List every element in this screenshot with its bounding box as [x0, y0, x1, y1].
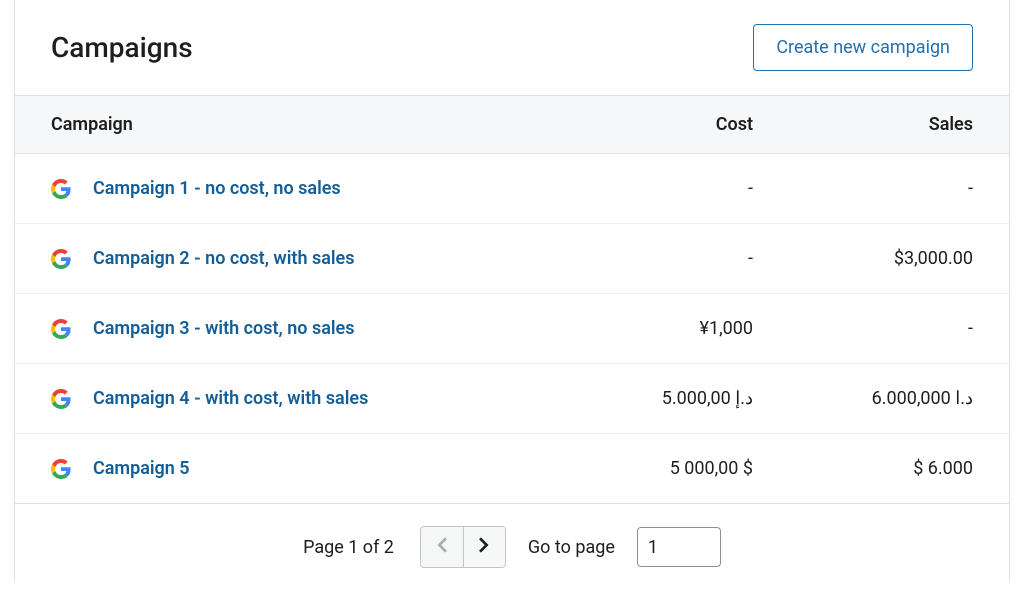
campaigns-panel: Campaigns Create new campaign Campaign C… [14, 0, 1010, 582]
chevron-right-icon [478, 537, 490, 557]
campaign-cell: Campaign 2 - no cost, with sales [51, 248, 533, 269]
google-icon [51, 389, 71, 409]
campaign-link[interactable]: Campaign 1 - no cost, no sales [93, 178, 341, 199]
panel-header: Campaigns Create new campaign [15, 0, 1009, 95]
cost-cell: 5.000,00 د.إ [533, 388, 753, 409]
cost-cell: 5 000,00 $ [533, 458, 753, 479]
table-row: Campaign 5 5 000,00 $$ 6.000 [15, 434, 1009, 504]
create-campaign-button[interactable]: Create new campaign [753, 24, 973, 71]
table-row: Campaign 3 - with cost, no sales ¥1,000- [15, 294, 1009, 364]
google-icon [51, 249, 71, 269]
cost-cell: - [533, 178, 753, 199]
cost-cell: - [533, 248, 753, 269]
next-page-button[interactable] [463, 527, 505, 567]
campaign-cell: Campaign 3 - with cost, no sales [51, 318, 533, 339]
goto-page-input[interactable] [637, 527, 721, 567]
page-info: Page 1 of 2 [303, 537, 394, 558]
cost-cell: ¥1,000 [533, 318, 753, 339]
sales-cell: $ 6.000 [753, 458, 973, 479]
page-title: Campaigns [51, 31, 193, 64]
google-icon [51, 459, 71, 479]
column-header-cost: Cost [533, 114, 753, 135]
sales-cell: - [753, 178, 973, 199]
goto-page-label: Go to page [528, 537, 615, 558]
prev-page-button[interactable] [421, 527, 463, 567]
pagination-nav-group [420, 526, 506, 568]
sales-cell: - [753, 318, 973, 339]
table-row: Campaign 1 - no cost, no sales -- [15, 154, 1009, 224]
sales-cell: $3,000.00 [753, 248, 973, 269]
google-icon [51, 319, 71, 339]
campaign-link[interactable]: Campaign 3 - with cost, no sales [93, 318, 355, 339]
table-body: Campaign 1 - no cost, no sales--Campaign… [15, 154, 1009, 504]
sales-cell: 6.000,000 د.ا [753, 388, 973, 409]
campaign-link[interactable]: Campaign 5 [93, 458, 190, 479]
table-header-row: Campaign Cost Sales [15, 95, 1009, 154]
campaign-link[interactable]: Campaign 2 - no cost, with sales [93, 248, 355, 269]
campaign-link[interactable]: Campaign 4 - with cost, with sales [93, 388, 368, 409]
campaign-cell: Campaign 1 - no cost, no sales [51, 178, 533, 199]
chevron-left-icon [436, 537, 448, 557]
table-row: Campaign 4 - with cost, with sales 5.000,… [15, 364, 1009, 434]
pagination: Page 1 of 2 Go to page [15, 504, 1009, 568]
column-header-sales: Sales [753, 114, 973, 135]
column-header-campaign: Campaign [51, 114, 533, 135]
campaign-cell: Campaign 5 [51, 458, 533, 479]
google-icon [51, 179, 71, 199]
table-row: Campaign 2 - no cost, with sales -$3,000.… [15, 224, 1009, 294]
campaign-cell: Campaign 4 - with cost, with sales [51, 388, 533, 409]
